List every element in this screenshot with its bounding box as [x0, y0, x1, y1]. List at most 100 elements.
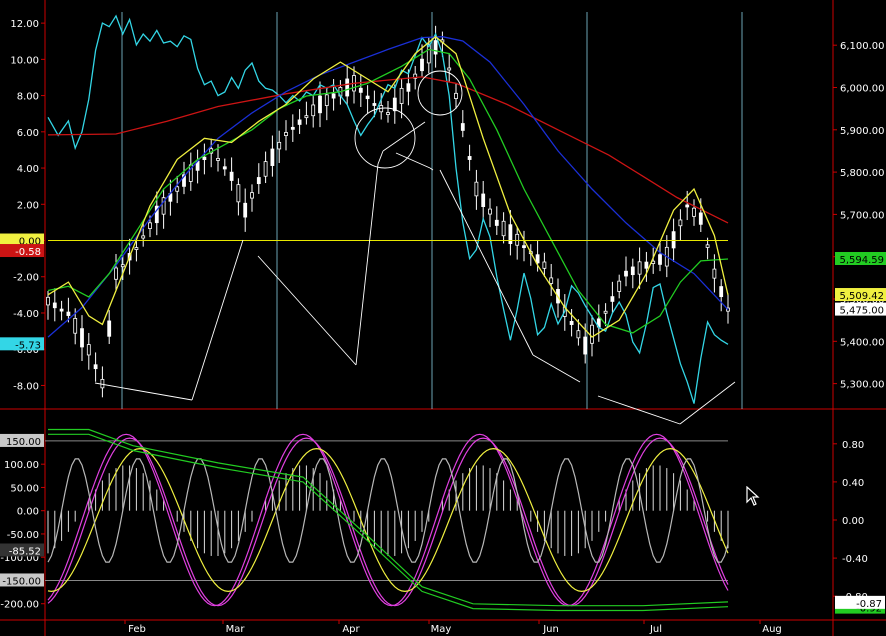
left-tick-label: 4.00: [17, 164, 39, 175]
candle-body: [311, 104, 316, 117]
left-tick-label: 6.00: [17, 128, 39, 139]
candle-body: [80, 328, 84, 348]
left-value-badge-label: -5.73: [15, 340, 41, 351]
osc-right-value-badge-label: -0.87: [856, 599, 882, 610]
x-axis-month-label: Feb: [128, 624, 146, 635]
left-value-badge: -5.73: [0, 337, 44, 351]
osc-left-value-badge: -150.00: [0, 573, 44, 587]
candle-body: [100, 378, 105, 389]
candle-body: [603, 310, 608, 314]
osc-left-value-badge-label: -150.00: [2, 576, 41, 587]
candle-body: [460, 123, 465, 131]
annotation-arrow-line: [532, 354, 581, 383]
candle-body: [522, 245, 526, 249]
candle-body: [515, 233, 520, 246]
candle-body: [120, 264, 125, 268]
annotation-arrow-line: [94, 382, 193, 401]
annotation-arrow-line: [679, 381, 736, 425]
annotation-arrow-line: [191, 239, 244, 401]
candle-body: [481, 193, 486, 208]
candle-body: [66, 311, 71, 316]
candle-body: [644, 261, 649, 269]
osc-left-tick-label: -200.00: [0, 600, 39, 611]
candle-body: [52, 302, 57, 309]
candle-body: [202, 156, 207, 161]
candle-body: [46, 296, 50, 306]
series-line-ma_red: [47, 76, 729, 224]
candle-body: [494, 219, 499, 226]
candle-body: [535, 254, 540, 264]
annotation-arrow-line: [377, 150, 384, 165]
candle-body: [624, 270, 628, 277]
candle-body: [250, 192, 254, 199]
candle-body: [610, 296, 615, 302]
left-tick-label: 2.00: [17, 200, 39, 211]
right-tick-label: 5,900.00: [840, 126, 885, 137]
candle-body: [256, 177, 261, 185]
candle-body: [263, 161, 268, 177]
right-tick-label: 6,000.00: [840, 83, 885, 94]
series-line-ma_blue: [47, 36, 729, 338]
x-axis-month-label: May: [431, 624, 452, 635]
right-tick-label: 6,100.00: [840, 41, 885, 52]
x-axis-month-label: Aug: [762, 624, 782, 635]
candle-body: [420, 58, 424, 72]
candle-body: [59, 308, 64, 312]
osc-left-value-badge-label: -85.52: [9, 546, 41, 557]
candle-body: [488, 208, 492, 215]
candle-body: [630, 266, 635, 276]
candle-body: [134, 247, 139, 250]
candle-body: [678, 219, 683, 227]
candle-body: [73, 317, 78, 334]
left-tick-label: -4.00: [13, 309, 39, 320]
candle-body: [399, 87, 404, 104]
candle-body: [454, 92, 458, 99]
annotation-arrow-line: [395, 152, 431, 169]
annotation-arrow-line: [439, 169, 534, 356]
left-tick-label: 8.00: [17, 92, 39, 103]
candle-body: [270, 148, 275, 166]
candle-body: [692, 207, 696, 217]
right-tick-label: 5,800.00: [840, 168, 885, 179]
candle-body: [141, 235, 146, 239]
candle-body: [447, 67, 452, 71]
candle-body: [474, 181, 479, 197]
candle-body: [569, 321, 574, 325]
candle-body: [549, 277, 554, 284]
candle-body: [297, 119, 302, 125]
candle-body: [114, 267, 118, 280]
x-axis-month-label: Mar: [226, 624, 246, 635]
candle-body: [365, 95, 370, 100]
right-tick-label: 5,400.00: [840, 337, 885, 348]
right-value-badge-label: 5,509.42: [839, 291, 884, 302]
candle-body: [175, 186, 180, 192]
left-value-badge-label: -0.58: [15, 247, 41, 258]
candle-body: [107, 320, 112, 337]
candle-body: [372, 103, 377, 106]
candle-body: [467, 156, 472, 160]
candle-body: [590, 324, 594, 344]
right-tick-label: 5,300.00: [840, 380, 885, 391]
candle-body: [345, 78, 350, 97]
candle-body: [93, 364, 98, 370]
candle-body: [324, 94, 329, 106]
candle-body: [284, 132, 288, 136]
candle-body: [318, 95, 322, 114]
annotation-group: [94, 70, 736, 425]
candle-body: [637, 261, 642, 275]
osc-left-tick-label: 50.00: [10, 483, 39, 494]
candle-body: [576, 330, 581, 339]
right-value-badge: 5,509.42: [835, 288, 886, 302]
osc-left-tick-label: 0.00: [17, 507, 39, 518]
candle-body: [583, 336, 588, 355]
candle-body: [433, 40, 438, 55]
left-tick-label: 10.00: [10, 55, 39, 66]
osc-right-tick-label: 0.40: [842, 478, 864, 489]
candle-body: [685, 204, 690, 208]
right-value-badge: 5,594.59: [835, 251, 886, 266]
candle-body: [501, 220, 506, 237]
candle-body: [290, 126, 295, 130]
mouse-pointer-icon: [746, 486, 760, 506]
osc-left-value-badge-label: 150.00: [6, 437, 41, 448]
series-line-ma_yellow: [47, 35, 729, 338]
